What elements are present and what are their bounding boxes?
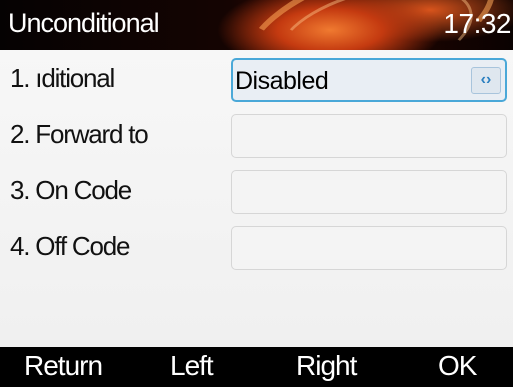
row-on-code[interactable]: 3. On Code (0, 162, 513, 218)
left-softkey[interactable]: Left (170, 350, 214, 382)
row-forward-to[interactable]: 2. Forward to (0, 106, 513, 162)
row-label: 4. Off Code (10, 231, 130, 261)
row-unconditional[interactable]: 1. ıditional Disabled ‹› (0, 50, 513, 106)
settings-form: 1. ıditional Disabled ‹› 2. Forward to 3… (0, 50, 513, 347)
clock: 17:32 (443, 8, 511, 39)
off-code-input[interactable] (231, 226, 507, 270)
ok-softkey[interactable]: OK (438, 350, 477, 382)
row-label: 2. Forward to (10, 119, 149, 149)
forward-to-input[interactable] (231, 114, 507, 158)
unconditional-select[interactable]: Disabled ‹› (231, 58, 507, 102)
right-softkey[interactable]: Right (296, 350, 357, 382)
return-softkey[interactable]: Return (24, 350, 103, 382)
select-value: Disabled (235, 67, 329, 95)
row-off-code[interactable]: 4. Off Code (0, 218, 513, 274)
row-label: 1. ıditional (10, 63, 115, 93)
left-right-arrows-icon[interactable]: ‹› (471, 67, 501, 94)
page-title: Unconditional (8, 8, 160, 38)
softkey-bar: Return Left Right OK (0, 347, 513, 387)
on-code-input[interactable] (231, 170, 507, 214)
title-bar: Unconditional 17:32 (0, 0, 513, 50)
row-label: 3. On Code (10, 175, 132, 205)
